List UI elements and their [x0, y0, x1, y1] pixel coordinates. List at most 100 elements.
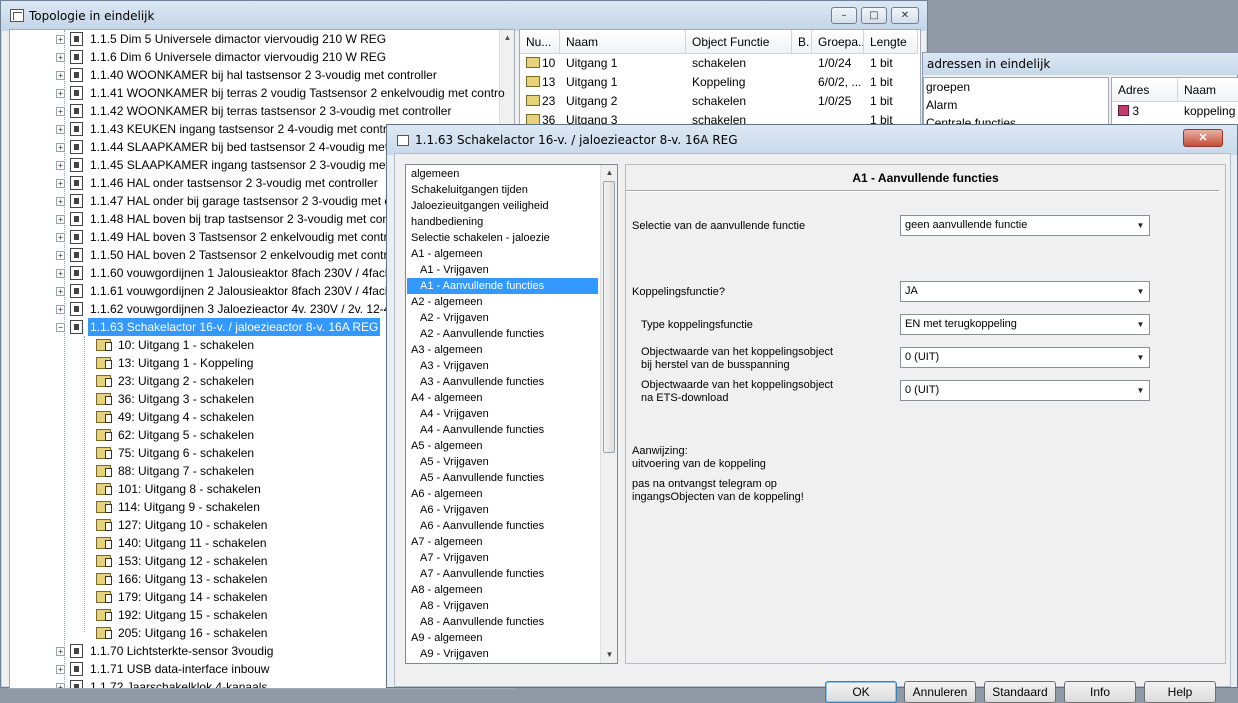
parameter-page-list[interactable]: A9 - Vrijgaven A9 - algemeen A8 - Aanvulle… — [405, 164, 618, 664]
parameter-page-item[interactable]: Schakeluitgangen tijden — [407, 182, 528, 198]
expand-icon[interactable]: + — [56, 143, 65, 152]
ok-button[interactable]: OK — [825, 681, 897, 703]
expand-icon[interactable]: + — [56, 53, 65, 62]
grid-cell[interactable]: 13 — [520, 73, 560, 92]
column-header[interactable]: Naam — [1178, 78, 1238, 102]
grid-cell[interactable]: schakelen — [686, 54, 792, 73]
group-item[interactable]: groepen — [924, 78, 1108, 96]
expand-icon[interactable]: + — [56, 107, 65, 116]
expand-icon[interactable]: + — [56, 35, 65, 44]
group-addresses-title[interactable]: adressen in eindelijk — [923, 53, 1238, 75]
parameter-page-item[interactable]: A6 - algemeen — [407, 486, 483, 502]
grid-cell[interactable] — [792, 92, 812, 111]
parameter-page-item[interactable]: A4 - Aanvullende functies — [407, 422, 544, 438]
parameter-page-item[interactable]: A1 - Aanvullende functies — [407, 278, 598, 294]
parameter-page-item[interactable]: Selectie schakelen - jaloezie — [407, 230, 550, 246]
parameter-page-item[interactable]: A3 - algemeen — [407, 342, 483, 358]
parameter-page-item[interactable]: A1 - Vrijgaven — [407, 262, 489, 278]
parameter-page-item[interactable]: A8 - algemeen — [407, 582, 483, 598]
default-button[interactable]: Standaard — [984, 681, 1056, 703]
column-header[interactable]: Groepa... — [812, 30, 864, 54]
parameter-page-item[interactable]: A4 - Vrijgaven — [407, 406, 489, 422]
coupling-type-dropdown[interactable]: EN met terugkoppeling ▼ — [900, 314, 1150, 335]
chevron-down-icon[interactable]: ▼ — [1132, 216, 1149, 235]
grid-cell[interactable] — [792, 54, 812, 73]
expand-icon[interactable]: + — [56, 125, 65, 134]
expand-icon[interactable]: + — [56, 251, 65, 260]
expand-icon[interactable]: + — [56, 233, 65, 242]
cancel-button[interactable]: Annuleren — [904, 681, 976, 703]
parameter-page-item[interactable]: handbediening — [407, 214, 483, 230]
column-header[interactable]: Adres — [1112, 78, 1178, 102]
grid-cell[interactable]: 10 — [520, 54, 560, 73]
expand-icon[interactable]: + — [56, 179, 65, 188]
parameter-page-item[interactable]: A3 - Aanvullende functies — [407, 374, 544, 390]
objects-grid[interactable]: Nu... Naam Object Functie B. Groepa... Lengte… — [519, 29, 921, 129]
dialog-titlebar[interactable]: 1.1.63 Schakelactor 16-v. / jaloezieacto… — [387, 125, 1237, 155]
parameter-page-item[interactable]: A7 - Aanvullende functies — [407, 566, 544, 582]
scroll-down-icon[interactable]: ▼ — [601, 647, 617, 663]
expand-icon[interactable]: + — [56, 71, 65, 80]
grid-cell[interactable]: 1/0/25 — [812, 92, 864, 111]
chevron-down-icon[interactable]: ▼ — [1132, 315, 1149, 334]
column-header[interactable]: Nu... — [520, 30, 560, 54]
minimize-icon[interactable]: – — [831, 7, 857, 24]
column-header[interactable]: Naam — [560, 30, 686, 54]
name-cell[interactable]: koppeling — [1178, 102, 1238, 121]
selection-dropdown[interactable]: geen aanvullende functie ▼ — [900, 215, 1150, 236]
expand-icon[interactable]: + — [56, 287, 65, 296]
coupling-dropdown[interactable]: JA ▼ — [900, 281, 1150, 302]
grid-cell[interactable]: Uitgang 1 — [560, 54, 686, 73]
info-button[interactable]: Info — [1064, 681, 1136, 703]
parameter-page-item[interactable]: A7 - algemeen — [407, 534, 483, 550]
maximize-icon[interactable]: □ — [861, 7, 887, 24]
parameter-page-item[interactable]: A9 - Vrijgaven — [407, 646, 489, 662]
chevron-down-icon[interactable]: ▼ — [1132, 381, 1149, 400]
grid-cell[interactable]: Uitgang 2 — [560, 92, 686, 111]
grid-cell[interactable]: 1 bit — [864, 92, 918, 111]
bus-restore-dropdown[interactable]: 0 (UIT) ▼ — [900, 347, 1150, 368]
address-cell[interactable]: 3 — [1112, 102, 1178, 121]
grid-cell[interactable]: Koppeling — [686, 73, 792, 92]
expand-icon[interactable]: + — [56, 89, 65, 98]
parameter-page-item[interactable]: A5 - algemeen — [407, 438, 483, 454]
scroll-up-icon[interactable]: ▲ — [500, 30, 514, 45]
parameter-page-item[interactable]: A1 - algemeen — [407, 246, 483, 262]
group-item[interactable]: Alarm — [924, 96, 1108, 114]
grid-cell[interactable]: 1 bit — [864, 73, 918, 92]
expand-icon[interactable]: + — [56, 215, 65, 224]
grid-cell[interactable]: 1/0/24 — [812, 54, 864, 73]
parameter-page-item[interactable]: A6 - Vrijgaven — [407, 502, 489, 518]
close-icon[interactable]: ✕ — [891, 7, 919, 24]
grid-cell[interactable]: 6/0/2, ... — [812, 73, 864, 92]
parameter-page-item[interactable]: A9 - algemeen — [407, 630, 483, 646]
parameter-page-item[interactable]: A5 - Aanvullende functies — [407, 470, 544, 486]
parameter-page-item[interactable]: A2 - algemeen — [407, 294, 483, 310]
help-button[interactable]: Help — [1144, 681, 1216, 703]
collapse-icon[interactable]: − — [56, 323, 65, 332]
parameter-page-item[interactable]: A4 - algemeen — [407, 390, 483, 406]
parameter-page-item[interactable]: A2 - Vrijgaven — [407, 310, 489, 326]
expand-icon[interactable]: + — [56, 647, 65, 656]
column-header[interactable]: B. — [792, 30, 812, 54]
parameter-page-item[interactable]: A2 - Aanvullende functies — [407, 326, 544, 342]
page-list-scrollbar[interactable]: ▲ ▼ — [600, 165, 617, 663]
parameter-page-item[interactable]: algemeen — [407, 166, 459, 182]
scroll-up-icon[interactable]: ▲ — [601, 165, 617, 181]
parameter-page-item[interactable]: Jaloezieuitgangen veiligheid — [407, 198, 549, 214]
expand-icon[interactable]: + — [56, 305, 65, 314]
grid-cell[interactable]: 1 bit — [864, 54, 918, 73]
grid-cell[interactable]: 23 — [520, 92, 560, 111]
column-header[interactable]: Object Functie — [686, 30, 792, 54]
expand-icon[interactable]: + — [56, 269, 65, 278]
expand-icon[interactable]: + — [56, 197, 65, 206]
parameter-page-item[interactable]: A5 - Vrijgaven — [407, 454, 489, 470]
topology-titlebar[interactable]: Topologie in eindelijk – □ ✕ — [1, 1, 927, 31]
grid-cell[interactable]: schakelen — [686, 92, 792, 111]
ets-download-dropdown[interactable]: 0 (UIT) ▼ — [900, 380, 1150, 401]
column-header[interactable]: Lengte — [864, 30, 918, 54]
chevron-down-icon[interactable]: ▼ — [1132, 282, 1149, 301]
grid-cell[interactable]: Uitgang 1 — [560, 73, 686, 92]
parameter-page-item[interactable]: A3 - Vrijgaven — [407, 358, 489, 374]
dialog-close-icon[interactable]: ✕ — [1183, 129, 1223, 147]
